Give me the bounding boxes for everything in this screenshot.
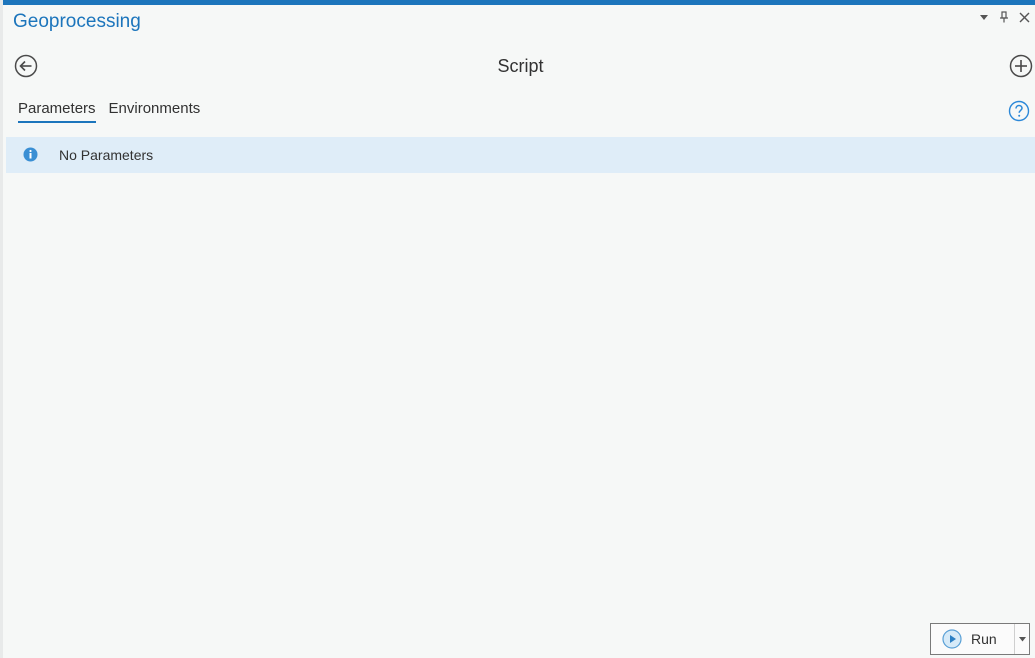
question-circle-icon (1008, 100, 1030, 122)
add-button[interactable] (1009, 54, 1033, 78)
run-button-group: Run (930, 623, 1030, 655)
tab-environments[interactable]: Environments (109, 100, 201, 123)
pane-title: Geoprocessing (13, 11, 141, 32)
plus-circle-icon (1009, 54, 1033, 78)
tool-header: Script (3, 50, 1035, 82)
dropdown-icon[interactable] (977, 10, 991, 24)
play-circle-icon (942, 629, 962, 649)
run-options-dropdown[interactable] (1014, 624, 1029, 654)
pane-accent-bar (3, 0, 1035, 5)
geoprocessing-pane: Geoprocessing Script Parameters Environm… (0, 0, 1035, 658)
tab-parameters[interactable]: Parameters (18, 100, 96, 123)
help-button[interactable] (1008, 100, 1030, 122)
no-parameters-message: No Parameters (6, 137, 1035, 173)
window-controls (977, 10, 1031, 24)
tab-bar: Parameters Environments (18, 100, 200, 123)
run-label: Run (971, 631, 997, 647)
caret-down-icon (1018, 636, 1026, 641)
tool-title: Script (497, 56, 544, 76)
pin-icon[interactable] (997, 10, 1011, 24)
message-text: No Parameters (59, 147, 154, 163)
run-button[interactable]: Run (931, 624, 1014, 654)
info-icon (23, 147, 38, 162)
close-icon[interactable] (1017, 10, 1031, 24)
